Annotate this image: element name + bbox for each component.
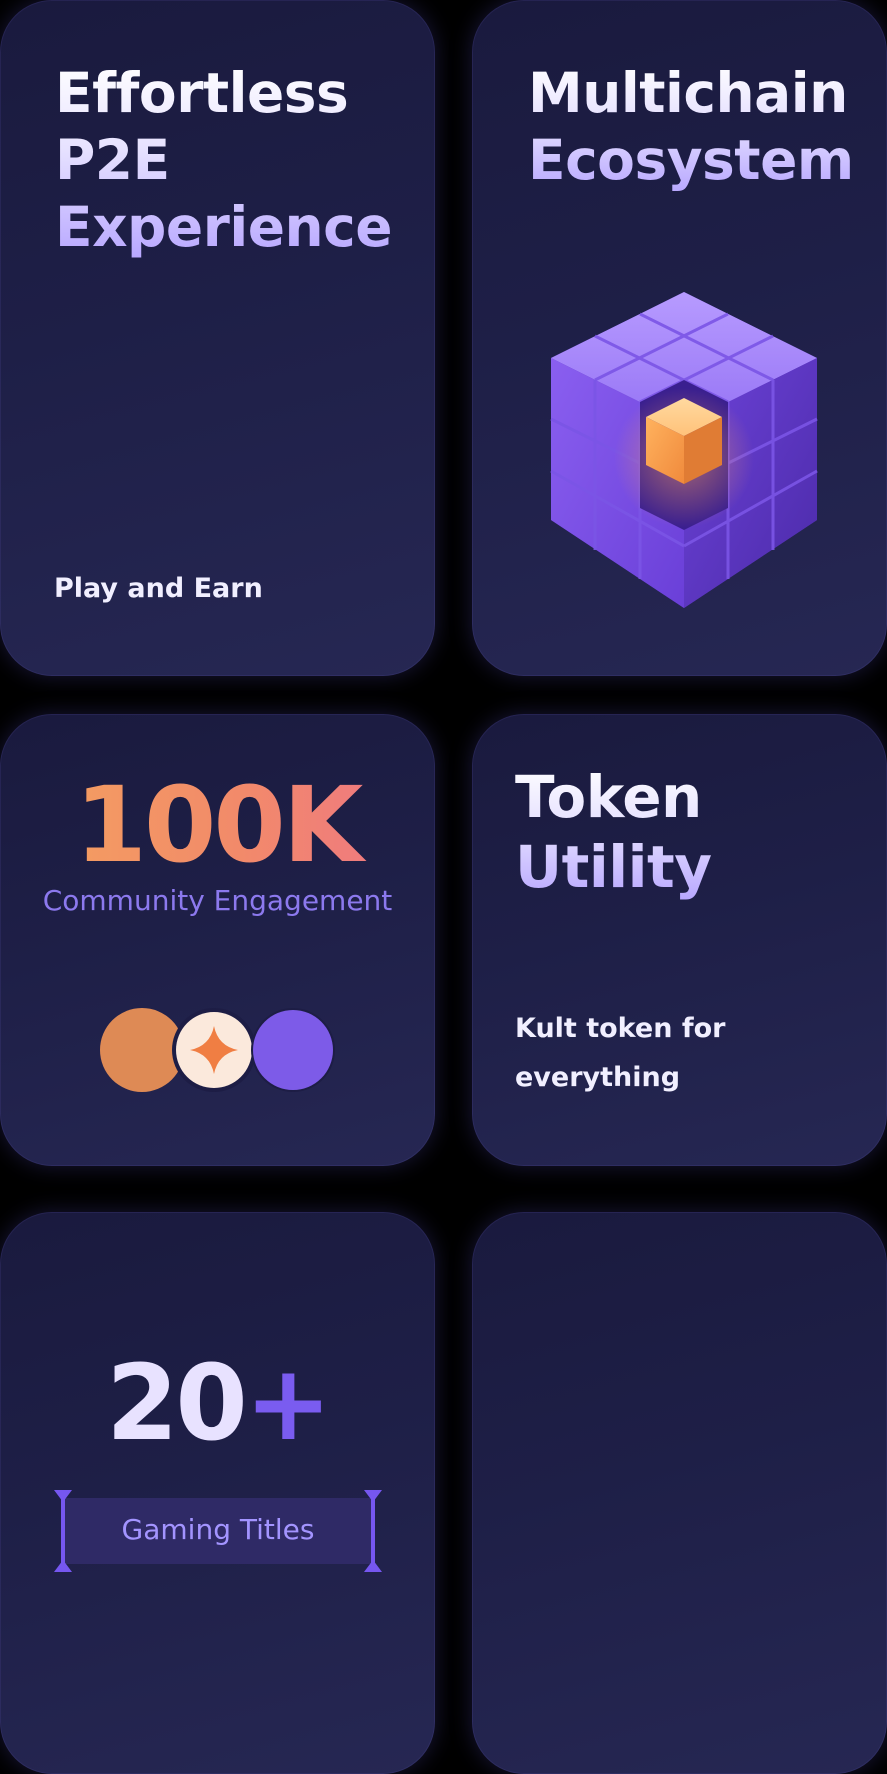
- community-stat: 100K: [0, 764, 435, 886]
- gaming-stat: 20+: [0, 1342, 435, 1464]
- token-title: Token Utility: [515, 762, 887, 902]
- gaming-label-frame: Gaming Titles: [54, 1490, 382, 1572]
- community-label: Community Engagement: [42, 884, 393, 917]
- multichain-card: Multichain Ecosystem: [472, 0, 887, 676]
- p2e-title-line-2: P2E: [55, 128, 170, 192]
- p2e-card: Effortless P2E Experience Play and Earn: [0, 0, 435, 676]
- p2e-title-line-3: Experience: [55, 195, 393, 259]
- community-card: 100K Community Engagement: [0, 714, 435, 1166]
- p2e-title: Effortless P2E Experience: [55, 60, 392, 261]
- gaming-label: Gaming Titles: [121, 1513, 315, 1546]
- token-card: Token Utility Kult token for everything: [472, 714, 887, 1166]
- gaming-card: 20+ Gaming Titles: [0, 1212, 435, 1774]
- purple-cube-icon: [550, 292, 818, 608]
- empty-card: [472, 1212, 887, 1774]
- gaming-stat-suffix: +: [244, 1342, 332, 1464]
- token-subtitle-line-2: everything: [515, 1062, 681, 1093]
- p2e-subtitle: Play and Earn: [54, 573, 263, 604]
- community-circles-icon: [100, 1008, 335, 1092]
- gaming-stat-number: 20: [106, 1342, 248, 1464]
- multichain-title: Multichain Ecosystem: [528, 60, 854, 194]
- token-subtitle-line-1: Kult token for: [515, 1013, 726, 1044]
- multichain-title-line-2: Ecosystem: [528, 128, 854, 192]
- multichain-title-line-1: Multichain: [528, 61, 848, 125]
- p2e-title-line-1: Effortless: [55, 61, 349, 125]
- token-subtitle: Kult token for everything: [515, 1004, 725, 1102]
